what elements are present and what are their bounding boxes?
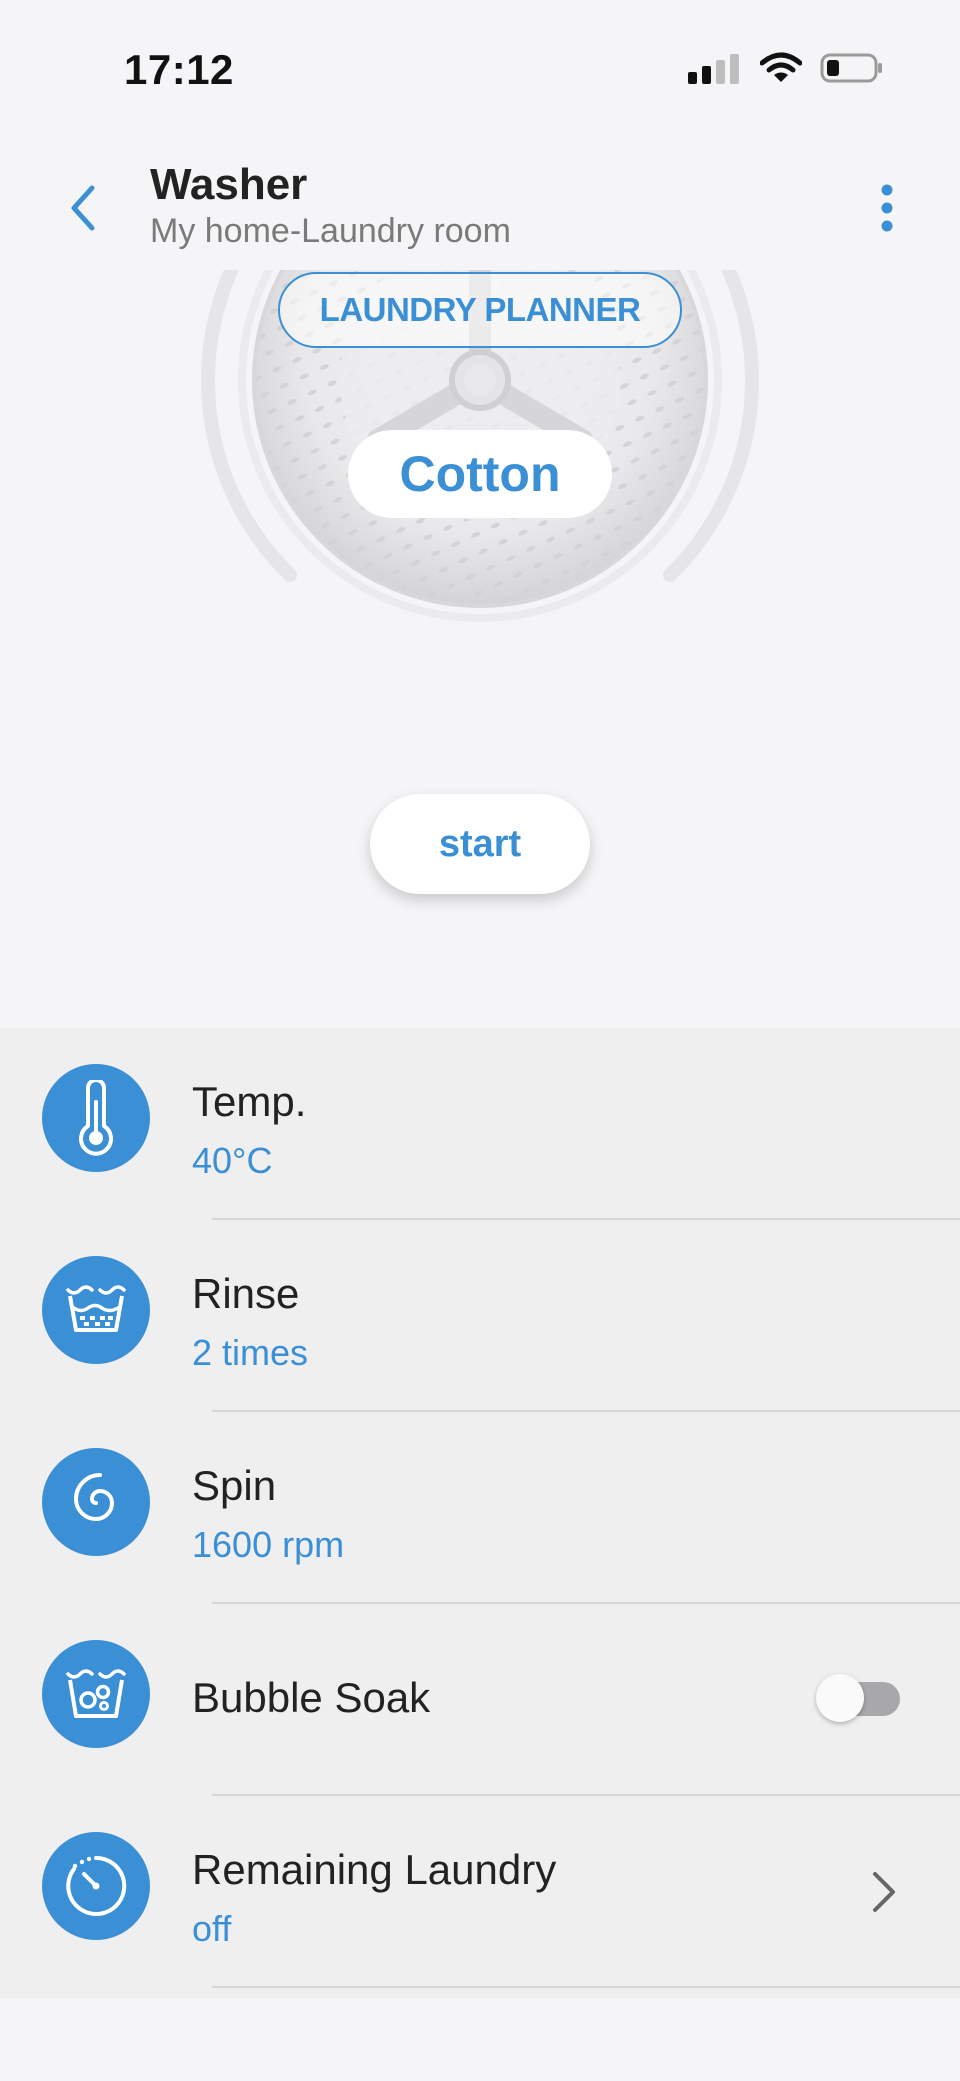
bubble-soak-toggle[interactable]	[816, 1674, 900, 1722]
setting-value: 2 times	[192, 1332, 309, 1373]
setting-label: Bubble Soak	[192, 1674, 431, 1721]
bubble-soak-icon	[42, 1640, 150, 1748]
toggle-knob	[816, 1674, 864, 1722]
setting-label: Remaining Laundry	[192, 1846, 557, 1893]
chevron-right-icon	[864, 1860, 904, 1924]
rinse-basin-icon	[42, 1256, 150, 1364]
thermometer-icon	[42, 1064, 150, 1172]
signal-icon	[688, 52, 742, 89]
page-title: Washer	[150, 160, 308, 209]
setting-row-spin[interactable]: Spin 1600 rpm	[0, 1412, 960, 1604]
setting-label: Rinse	[192, 1270, 300, 1317]
setting-value: off	[192, 1908, 232, 1949]
washer-screen: 17:12 Washer My home-Laundry room LAUNDR…	[0, 0, 960, 2081]
battery-icon	[820, 52, 884, 89]
more-vertical-icon	[880, 184, 894, 237]
setting-label: Temp.	[192, 1078, 307, 1125]
more-options-button[interactable]	[862, 180, 912, 240]
status-icons	[688, 52, 884, 88]
setting-row-rinse[interactable]: Rinse 2 times	[0, 1220, 960, 1412]
program-selector[interactable]: Cotton	[348, 430, 612, 518]
settings-list: Temp. 40°C Rinse 2 times Spin 1600 rpm B…	[0, 1028, 960, 1998]
chevron-left-icon	[68, 184, 98, 237]
back-button[interactable]	[58, 180, 108, 240]
wifi-icon	[759, 52, 803, 89]
setting-label: Spin	[192, 1462, 277, 1509]
start-button[interactable]: start	[370, 794, 590, 894]
status-bar: 17:12	[0, 0, 960, 140]
row-divider	[212, 1986, 960, 1988]
laundry-planner-button[interactable]: LAUNDRY PLANNER	[278, 272, 682, 348]
bottom-spacer	[0, 1998, 960, 2081]
setting-value: 40°C	[192, 1140, 273, 1181]
setting-row-bubble-soak: Bubble Soak	[0, 1604, 960, 1796]
page-subtitle: My home-Laundry room	[150, 212, 511, 250]
washer-drum-illustration	[201, 270, 759, 622]
timer-icon	[42, 1832, 150, 1940]
setting-row-temp[interactable]: Temp. 40°C	[0, 1028, 960, 1220]
spin-spiral-icon	[42, 1448, 150, 1556]
app-header: Washer My home-Laundry room	[0, 140, 960, 270]
drum-area: LAUNDRY PLANNER Cotton start	[0, 270, 960, 1030]
setting-row-remaining-laundry[interactable]: Remaining Laundry off	[0, 1796, 960, 1988]
setting-value: 1600 rpm	[192, 1524, 345, 1565]
status-time: 17:12	[124, 46, 234, 93]
